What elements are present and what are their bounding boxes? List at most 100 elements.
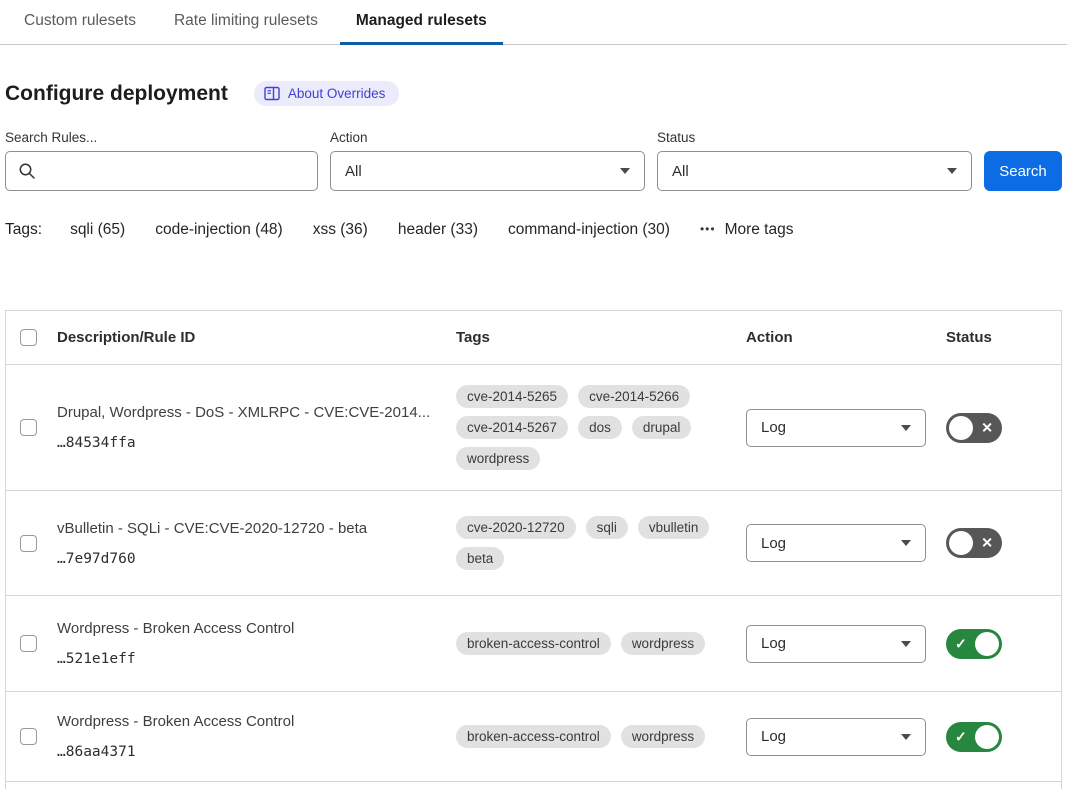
status-toggle[interactable]: ✓ ✕	[946, 528, 1002, 558]
rule-tag-pill[interactable]: drupal	[632, 416, 692, 439]
action-select[interactable]: Log	[746, 409, 926, 447]
row-checkbox-cell	[6, 635, 57, 652]
row-action-cell: Log	[746, 625, 946, 663]
column-header-tags: Tags	[456, 329, 746, 346]
rule-tag-pill[interactable]: wordpress	[621, 725, 705, 748]
rule-tag-pill[interactable]: vbulletin	[638, 516, 710, 539]
table-row: Drupal, Wordpress - DoS - XMLRPC - CVE:C…	[6, 365, 1061, 491]
about-overrides-badge[interactable]: About Overrides	[254, 81, 400, 106]
header-checkbox-cell	[6, 329, 57, 346]
action-select[interactable]: Log	[746, 625, 926, 663]
row-description-cell: Drupal, Wordpress - DoS - XMLRPC - CVE:C…	[57, 404, 456, 451]
table-row: Wordpress - Broken Access Control …521e1…	[6, 596, 1061, 692]
rule-title: vBulletin - SQLi - CVE:CVE-2020-12720 - …	[57, 520, 440, 537]
tags-bar: Tags: sqli (65) code-injection (48) xss (3…	[5, 221, 1062, 239]
rule-tag-pill[interactable]: cve-2014-5267	[456, 416, 568, 439]
rule-tag-pill[interactable]: broken-access-control	[456, 632, 611, 655]
rule-tag-pill[interactable]: cve-2014-5265	[456, 385, 568, 408]
check-icon: ✓	[955, 728, 967, 745]
rule-id: …86aa4371	[57, 744, 440, 760]
chevron-down-icon	[901, 540, 911, 546]
action-filter-value: All	[345, 163, 362, 180]
chevron-down-icon	[901, 734, 911, 740]
action-filter-label: Action	[330, 130, 645, 145]
column-header-description: Description/Rule ID	[57, 329, 456, 346]
toggle-knob	[949, 416, 973, 440]
table-row-partial	[6, 782, 1061, 789]
chevron-down-icon	[620, 168, 630, 174]
tab-managed-rulesets[interactable]: Managed rulesets	[340, 0, 503, 45]
action-select-value: Log	[761, 728, 786, 745]
rule-tag-pill[interactable]: dos	[578, 416, 622, 439]
tab-custom-rulesets[interactable]: Custom rulesets	[8, 0, 152, 45]
row-tags-cell: cve-2014-5265 cve-2014-5266 cve-2014-5267 d…	[456, 371, 746, 484]
row-checkbox[interactable]	[20, 419, 37, 436]
row-tags-cell: cve-2020-12720 sqli vbulletin beta	[456, 502, 746, 584]
rule-tag-pill[interactable]: cve-2014-5266	[578, 385, 690, 408]
select-all-checkbox[interactable]	[20, 329, 37, 346]
x-icon: ✕	[981, 535, 993, 552]
more-tags-label: More tags	[725, 221, 794, 239]
search-input-wrap	[5, 151, 318, 191]
action-select[interactable]: Log	[746, 524, 926, 562]
row-description-cell: vBulletin - SQLi - CVE:CVE-2020-12720 - …	[57, 520, 456, 567]
chevron-down-icon	[947, 168, 957, 174]
row-checkbox[interactable]	[20, 728, 37, 745]
row-checkbox[interactable]	[20, 635, 37, 652]
rule-tag-pill[interactable]: sqli	[586, 516, 628, 539]
chevron-down-icon	[901, 425, 911, 431]
status-toggle[interactable]: ✓ ✕	[946, 722, 1002, 752]
action-select[interactable]: Log	[746, 718, 926, 756]
search-rules-group: Search Rules...	[5, 130, 318, 191]
tab-rate-limiting-rulesets[interactable]: Rate limiting rulesets	[158, 0, 334, 45]
tags-bar-label: Tags:	[5, 221, 42, 239]
tag-link[interactable]: command-injection (30)	[508, 221, 670, 239]
more-tags-button[interactable]: ••• More tags	[700, 221, 794, 239]
rule-title: Drupal, Wordpress - DoS - XMLRPC - CVE:C…	[57, 404, 440, 421]
search-rules-label: Search Rules...	[5, 130, 318, 145]
heading-row: Configure deployment About Overrides	[5, 81, 1062, 106]
row-tags-cell: broken-access-control wordpress	[456, 618, 746, 669]
action-select-value: Log	[761, 635, 786, 652]
tag-link[interactable]: sqli (65)	[70, 221, 125, 239]
rule-tag-pill[interactable]: beta	[456, 547, 504, 570]
page-title: Configure deployment	[5, 82, 228, 106]
column-header-status: Status	[946, 329, 1061, 346]
tag-link[interactable]: header (33)	[398, 221, 478, 239]
status-filter-select[interactable]: All	[657, 151, 972, 191]
row-action-cell: Log	[746, 524, 946, 562]
status-filter-group: Status All	[657, 130, 972, 191]
main-content: Configure deployment About Overrides Sea…	[0, 81, 1067, 789]
tag-link[interactable]: xss (36)	[313, 221, 368, 239]
row-description-cell: Wordpress - Broken Access Control …521e1…	[57, 620, 456, 667]
row-tags-cell: broken-access-control wordpress	[456, 711, 746, 762]
chevron-down-icon	[901, 641, 911, 647]
rule-tag-pill[interactable]: wordpress	[456, 447, 540, 470]
rule-tag-pill[interactable]: wordpress	[621, 632, 705, 655]
status-toggle[interactable]: ✓ ✕	[946, 629, 1002, 659]
table-header-row: Description/Rule ID Tags Action Status	[6, 311, 1061, 365]
table-row: vBulletin - SQLi - CVE:CVE-2020-12720 - …	[6, 491, 1061, 596]
row-description-cell: Wordpress - Broken Access Control …86aa4…	[57, 713, 456, 760]
row-checkbox-cell	[6, 419, 57, 436]
rule-id: …84534ffa	[57, 435, 440, 451]
tag-links: sqli (65) code-injection (48) xss (36) head…	[70, 221, 670, 239]
search-button[interactable]: Search	[984, 151, 1062, 191]
row-status-cell: ✓ ✕	[946, 413, 1061, 443]
rule-tag-pill[interactable]: broken-access-control	[456, 725, 611, 748]
status-filter-label: Status	[657, 130, 972, 145]
rule-title: Wordpress - Broken Access Control	[57, 713, 440, 730]
row-checkbox[interactable]	[20, 535, 37, 552]
tab-bar: Custom rulesets Rate limiting rulesets M…	[0, 0, 1067, 45]
toggle-knob	[949, 531, 973, 555]
action-filter-select[interactable]: All	[330, 151, 645, 191]
table-body: Drupal, Wordpress - DoS - XMLRPC - CVE:C…	[6, 365, 1061, 782]
status-filter-value: All	[672, 163, 689, 180]
search-input[interactable]	[5, 151, 318, 191]
status-toggle[interactable]: ✓ ✕	[946, 413, 1002, 443]
rules-table: Description/Rule ID Tags Action Status D…	[5, 310, 1062, 789]
toggle-knob	[975, 725, 999, 749]
row-status-cell: ✓ ✕	[946, 629, 1061, 659]
rule-tag-pill[interactable]: cve-2020-12720	[456, 516, 576, 539]
tag-link[interactable]: code-injection (48)	[155, 221, 283, 239]
